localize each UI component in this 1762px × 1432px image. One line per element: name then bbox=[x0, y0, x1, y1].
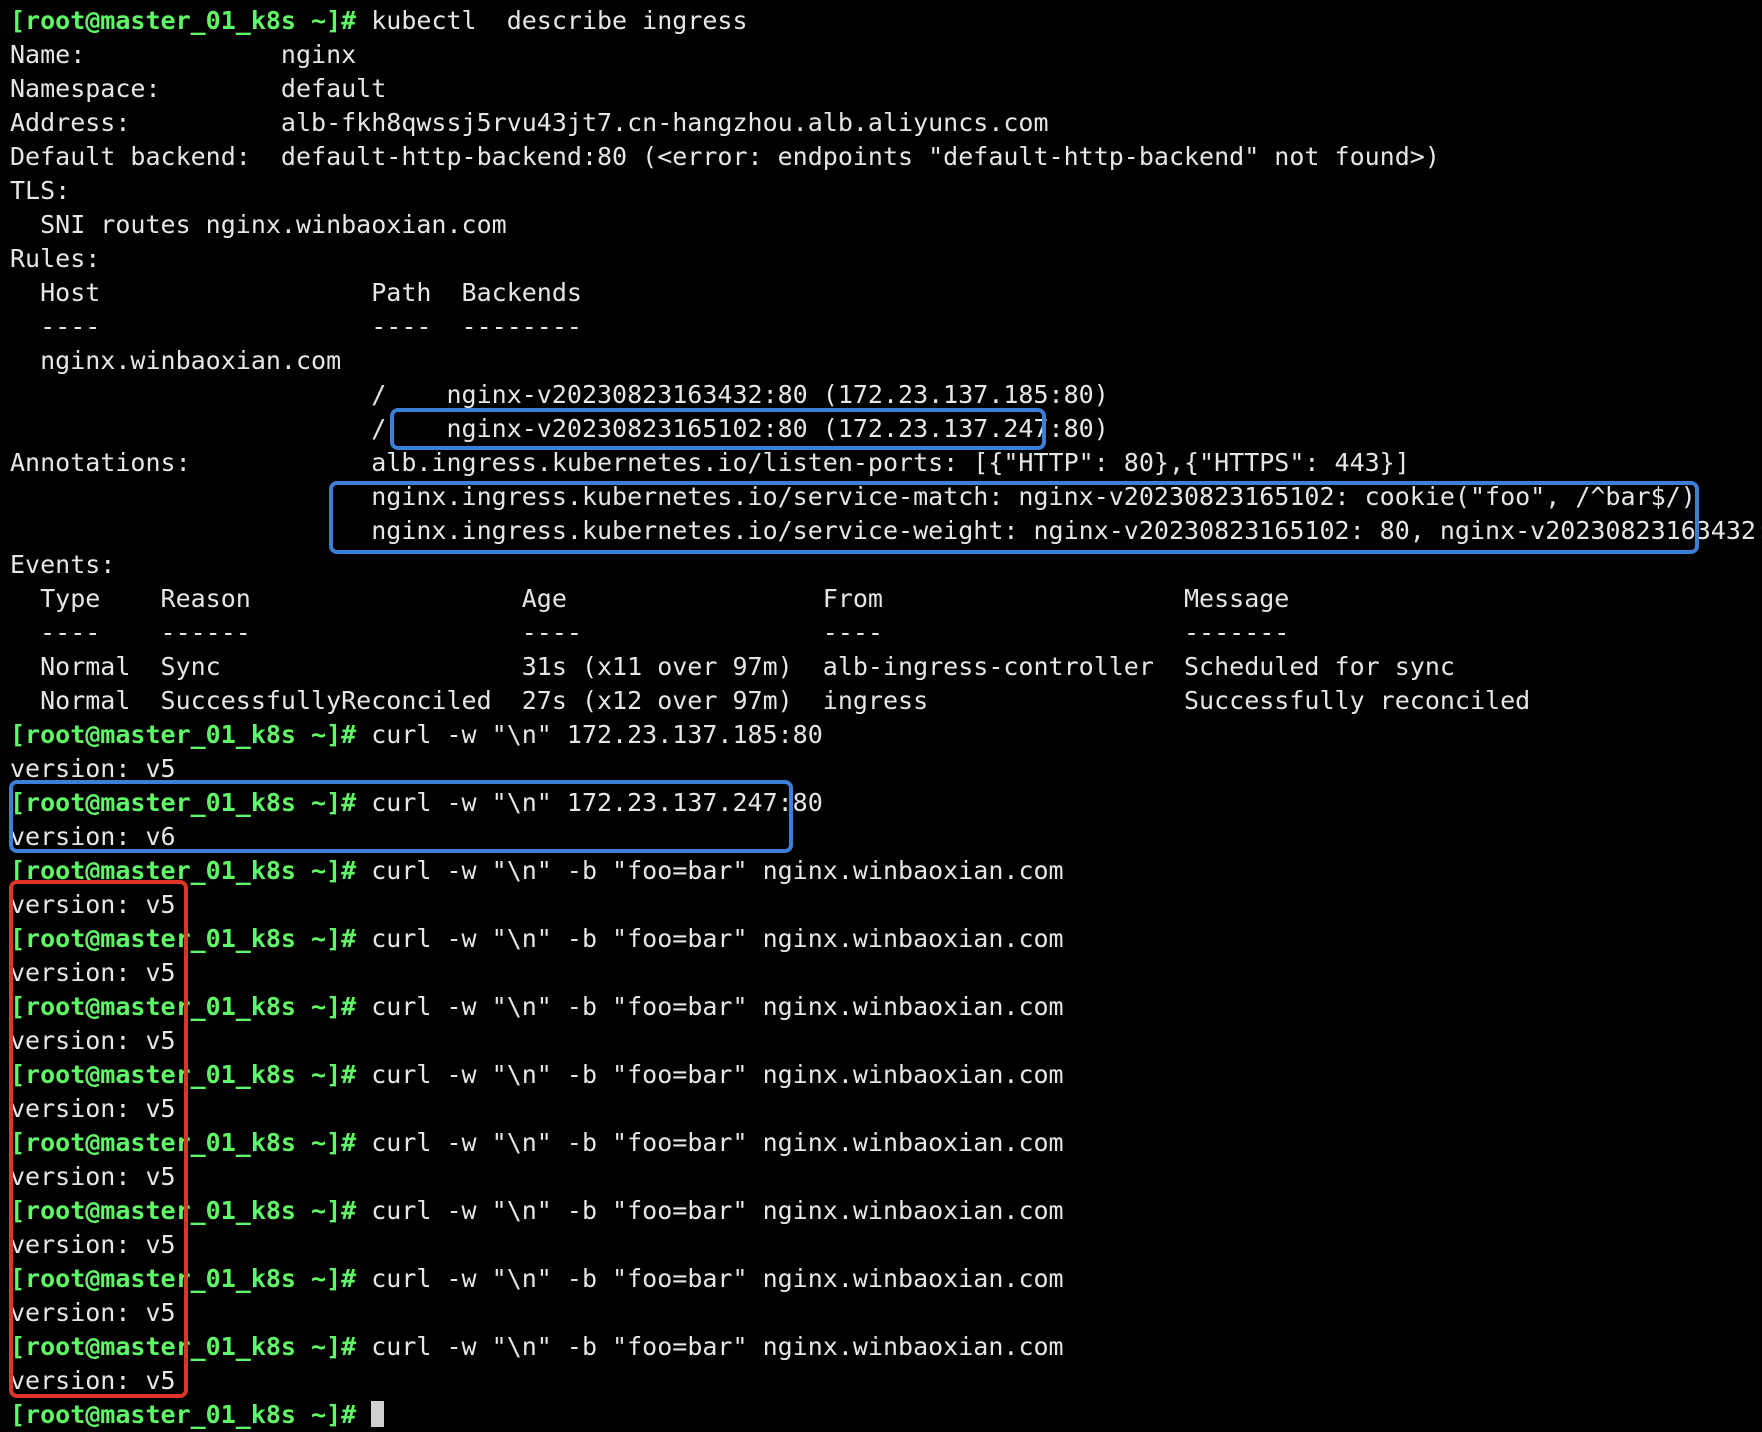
terminal-line: [root@master_01_k8s ~]# curl -w "\n" -b … bbox=[10, 1058, 1762, 1092]
terminal-line: version: v5 bbox=[10, 1092, 1762, 1126]
output-text: Address: alb-fkh8qwssj5rvu43jt7.cn-hangz… bbox=[10, 108, 1049, 137]
command-text: curl -w "\n" -b "foo=bar" nginx.winbaoxi… bbox=[356, 1060, 1064, 1089]
terminal-line: nginx.winbaoxian.com bbox=[10, 344, 1762, 378]
shell-prompt: [root@master_01_k8s ~]# bbox=[10, 1400, 357, 1429]
shell-prompt: [root@master_01_k8s ~]# bbox=[10, 1332, 357, 1361]
command-text: curl -w "\n" -b "foo=bar" nginx.winbaoxi… bbox=[356, 992, 1064, 1021]
shell-prompt: [root@master_01_k8s ~]# bbox=[10, 6, 357, 35]
terminal-line: [root@master_01_k8s ~]# curl -w "\n" -b … bbox=[10, 1194, 1762, 1228]
output-text: ---- ------ ---- ---- ------- bbox=[10, 618, 1290, 647]
output-text: Type Reason Age From Message bbox=[10, 584, 1290, 613]
output-text: / nginx-v20230823163432:80 (172.23.137.1… bbox=[10, 380, 1109, 409]
output-text: Name: nginx bbox=[10, 40, 357, 69]
terminal-line: version: v5 bbox=[10, 1296, 1762, 1330]
shell-prompt: [root@master_01_k8s ~]# bbox=[10, 1264, 357, 1293]
output-text: nginx.ingress.kubernetes.io/service-weig… bbox=[10, 516, 1762, 545]
terminal-line: SNI routes nginx.winbaoxian.com bbox=[10, 208, 1762, 242]
cursor-block bbox=[371, 1401, 385, 1427]
command-text: kubectl describe ingress bbox=[356, 6, 748, 35]
terminal-line: nginx.ingress.kubernetes.io/service-weig… bbox=[10, 514, 1762, 548]
terminal-line: ---- ------ ---- ---- ------- bbox=[10, 616, 1762, 650]
terminal-line: [root@master_01_k8s ~]# curl -w "\n" -b … bbox=[10, 990, 1762, 1024]
terminal-line: / nginx-v20230823163432:80 (172.23.137.1… bbox=[10, 378, 1762, 412]
shell-prompt: [root@master_01_k8s ~]# bbox=[10, 856, 357, 885]
terminal-line: version: v5 bbox=[10, 1160, 1762, 1194]
terminal-line: Type Reason Age From Message bbox=[10, 582, 1762, 616]
output-text: version: v5 bbox=[10, 1094, 176, 1123]
output-text: version: v5 bbox=[10, 1230, 176, 1259]
terminal-line: version: v5 bbox=[10, 888, 1762, 922]
output-text: version: v5 bbox=[10, 1026, 176, 1055]
terminal-line: version: v5 bbox=[10, 752, 1762, 786]
command-text: curl -w "\n" -b "foo=bar" nginx.winbaoxi… bbox=[356, 1128, 1064, 1157]
terminal-line: [root@master_01_k8s ~]# curl -w "\n" 172… bbox=[10, 786, 1762, 820]
output-text: Default backend: default-http-backend:80… bbox=[10, 142, 1440, 171]
terminal-line: version: v5 bbox=[10, 956, 1762, 990]
terminal-line: [root@master_01_k8s ~]# bbox=[10, 1398, 1762, 1432]
shell-prompt: [root@master_01_k8s ~]# bbox=[10, 720, 357, 749]
output-text: nginx.winbaoxian.com bbox=[10, 346, 342, 375]
terminal-line: version: v5 bbox=[10, 1364, 1762, 1398]
shell-prompt: [root@master_01_k8s ~]# bbox=[10, 924, 357, 953]
terminal-line: [root@master_01_k8s ~]# curl -w "\n" -b … bbox=[10, 1330, 1762, 1364]
terminal-line: [root@master_01_k8s ~]# curl -w "\n" -b … bbox=[10, 854, 1762, 888]
command-text: curl -w "\n" -b "foo=bar" nginx.winbaoxi… bbox=[356, 1196, 1064, 1225]
terminal-line: Annotations: alb.ingress.kubernetes.io/l… bbox=[10, 446, 1762, 480]
shell-prompt: [root@master_01_k8s ~]# bbox=[10, 1060, 357, 1089]
command-text: curl -w "\n" -b "foo=bar" nginx.winbaoxi… bbox=[356, 1332, 1064, 1361]
shell-prompt: [root@master_01_k8s ~]# bbox=[10, 788, 357, 817]
command-text: curl -w "\n" -b "foo=bar" nginx.winbaoxi… bbox=[356, 1264, 1064, 1293]
terminal-line: [root@master_01_k8s ~]# curl -w "\n" -b … bbox=[10, 1126, 1762, 1160]
command-text bbox=[356, 1400, 371, 1429]
output-text: Namespace: default bbox=[10, 74, 387, 103]
output-text: version: v5 bbox=[10, 1298, 176, 1327]
terminal-line: ---- ---- -------- bbox=[10, 310, 1762, 344]
terminal-line: Address: alb-fkh8qwssj5rvu43jt7.cn-hangz… bbox=[10, 106, 1762, 140]
terminal-line: Normal SuccessfullyReconciled 27s (x12 o… bbox=[10, 684, 1762, 718]
terminal-line: Default backend: default-http-backend:80… bbox=[10, 140, 1762, 174]
terminal-line: version: v5 bbox=[10, 1228, 1762, 1262]
output-text: TLS: bbox=[10, 176, 71, 205]
output-text: version: v5 bbox=[10, 958, 176, 987]
terminal-line: Namespace: default bbox=[10, 72, 1762, 106]
command-text: curl -w "\n" -b "foo=bar" nginx.winbaoxi… bbox=[356, 924, 1064, 953]
output-text: version: v5 bbox=[10, 1366, 176, 1395]
output-text: version: v6 bbox=[10, 822, 176, 851]
terminal-line: TLS: bbox=[10, 174, 1762, 208]
shell-prompt: [root@master_01_k8s ~]# bbox=[10, 1196, 357, 1225]
terminal-line: Normal Sync 31s (x11 over 97m) alb-ingre… bbox=[10, 650, 1762, 684]
terminal-line: [root@master_01_k8s ~]# kubectl describe… bbox=[10, 4, 1762, 38]
terminal-line: Name: nginx bbox=[10, 38, 1762, 72]
terminal-output[interactable]: [root@master_01_k8s ~]# kubectl describe… bbox=[10, 4, 1762, 1432]
output-text: Normal SuccessfullyReconciled 27s (x12 o… bbox=[10, 686, 1531, 715]
terminal-line: / nginx-v20230823165102:80 (172.23.137.2… bbox=[10, 412, 1762, 446]
output-text: Host Path Backends bbox=[10, 278, 582, 307]
command-text: curl -w "\n" -b "foo=bar" nginx.winbaoxi… bbox=[356, 856, 1064, 885]
command-text: curl -w "\n" 172.23.137.247:80 bbox=[356, 788, 823, 817]
terminal-line: Rules: bbox=[10, 242, 1762, 276]
output-text: SNI routes nginx.winbaoxian.com bbox=[10, 210, 507, 239]
terminal-line: Host Path Backends bbox=[10, 276, 1762, 310]
terminal-line: version: v6 bbox=[10, 820, 1762, 854]
output-text: / nginx-v20230823165102:80 (172.23.137.2… bbox=[10, 414, 1109, 443]
output-text: version: v5 bbox=[10, 890, 176, 919]
terminal-line: nginx.ingress.kubernetes.io/service-matc… bbox=[10, 480, 1762, 514]
terminal-line: [root@master_01_k8s ~]# curl -w "\n" 172… bbox=[10, 718, 1762, 752]
output-text: Annotations: alb.ingress.kubernetes.io/l… bbox=[10, 448, 1410, 477]
command-text: curl -w "\n" 172.23.137.185:80 bbox=[356, 720, 823, 749]
terminal-line: Events: bbox=[10, 548, 1762, 582]
terminal-line: version: v5 bbox=[10, 1024, 1762, 1058]
shell-prompt: [root@master_01_k8s ~]# bbox=[10, 1128, 357, 1157]
output-text: Rules: bbox=[10, 244, 101, 273]
output-text: version: v5 bbox=[10, 1162, 176, 1191]
output-text: Events: bbox=[10, 550, 116, 579]
output-text: ---- ---- -------- bbox=[10, 312, 582, 341]
output-text: Normal Sync 31s (x11 over 97m) alb-ingre… bbox=[10, 652, 1455, 681]
output-text: nginx.ingress.kubernetes.io/service-matc… bbox=[10, 482, 1696, 511]
output-text: version: v5 bbox=[10, 754, 176, 783]
terminal-line: [root@master_01_k8s ~]# curl -w "\n" -b … bbox=[10, 922, 1762, 956]
shell-prompt: [root@master_01_k8s ~]# bbox=[10, 992, 357, 1021]
terminal-line: [root@master_01_k8s ~]# curl -w "\n" -b … bbox=[10, 1262, 1762, 1296]
